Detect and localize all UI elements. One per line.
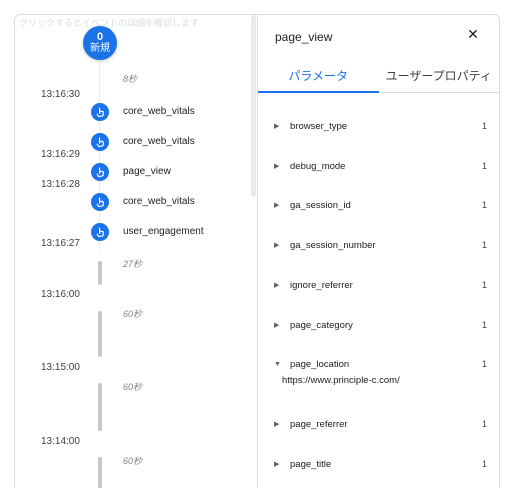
touch-icon	[96, 167, 104, 177]
timestamp: 13:16:30	[41, 89, 80, 100]
param-row-debug-mode[interactable]: ▶ debug_mode 1	[274, 158, 487, 174]
close-button[interactable]: ✕	[463, 24, 483, 44]
param-row-page-location[interactable]: ▼ page_location 1	[274, 356, 487, 372]
param-count: 1	[481, 320, 487, 330]
param-count: 1	[481, 200, 487, 210]
gap-duration: 60秒	[123, 309, 143, 319]
param-name: ignore_referrer	[290, 279, 353, 291]
caret-right-icon: ▶	[274, 322, 280, 329]
param-name: page_referrer	[290, 418, 348, 430]
timeline-line	[99, 60, 100, 250]
touch-icon	[96, 197, 104, 207]
caret-right-icon: ▶	[274, 461, 280, 468]
time-gap-segment	[98, 383, 102, 431]
param-row-page-referrer[interactable]: ▶ page_referrer 1	[274, 416, 487, 432]
caret-right-icon: ▶	[274, 163, 280, 170]
gap-duration: 8秒	[123, 74, 138, 84]
debugview-frame: クリックするとイベントの詳細を確認します 0 新規 8秒 13:16:30 co…	[14, 14, 500, 488]
touch-icon	[96, 107, 104, 117]
event-label[interactable]: core_web_vitals	[123, 136, 195, 147]
param-name: ga_session_number	[290, 239, 376, 251]
gap-duration: 60秒	[123, 382, 143, 392]
time-gap-segment	[98, 311, 102, 357]
param-row-page-category[interactable]: ▶ page_category 1	[274, 317, 487, 333]
param-count: 1	[481, 240, 487, 250]
caret-down-icon: ▼	[274, 360, 281, 368]
parameter-list: ▶ browser_type 1 ▶ debug_mode 1 ▶ ga_ses…	[258, 94, 499, 488]
event-icon[interactable]	[91, 163, 109, 181]
param-row-page-title[interactable]: ▶ page_title 1	[274, 456, 487, 472]
event-detail-panel: page_view ✕ パラメータ ユーザープロパティ ▶ browser_ty…	[257, 15, 499, 488]
event-icon[interactable]	[91, 223, 109, 241]
timestamp: 13:16:29	[41, 149, 80, 160]
touch-icon	[96, 137, 104, 147]
tab-user-properties[interactable]: ユーザープロパティ	[379, 61, 500, 92]
param-name: ga_session_id	[290, 199, 351, 211]
param-value: https://www.principle-c.com/	[282, 375, 400, 386]
param-name: browser_type	[290, 120, 348, 132]
event-label[interactable]: core_web_vitals	[123, 106, 195, 117]
param-row-browser-type[interactable]: ▶ browser_type 1	[274, 118, 487, 134]
panel-title: page_view	[275, 30, 333, 44]
new-events-badge[interactable]: 0 新規	[83, 26, 117, 60]
caret-right-icon: ▶	[274, 123, 280, 130]
event-icon[interactable]	[91, 193, 109, 211]
timeline-scrollbar[interactable]	[251, 15, 256, 197]
param-name: page_location	[290, 358, 350, 370]
timestamp: 13:16:00	[41, 289, 80, 300]
param-row-ga-session-id[interactable]: ▶ ga_session_id 1	[274, 197, 487, 213]
event-label[interactable]: page_view	[123, 166, 171, 177]
timestamp: 13:14:00	[41, 436, 80, 447]
new-events-label: 新規	[90, 43, 110, 54]
panel-tabs: パラメータ ユーザープロパティ	[258, 61, 499, 93]
param-row-ga-session-number[interactable]: ▶ ga_session_number 1	[274, 237, 487, 253]
param-name: page_title	[290, 458, 332, 470]
timestamp: 13:15:00	[41, 362, 80, 373]
param-row-ignore-referrer[interactable]: ▶ ignore_referrer 1	[274, 277, 487, 293]
param-name: page_category	[290, 319, 353, 331]
time-gap-segment	[98, 261, 102, 285]
param-count: 1	[481, 359, 487, 369]
caret-right-icon: ▶	[274, 282, 280, 289]
time-gap-segment	[98, 457, 102, 488]
caret-right-icon: ▶	[274, 202, 280, 209]
timestamp: 13:16:27	[41, 238, 80, 249]
param-count: 1	[481, 121, 487, 131]
param-count: 1	[481, 459, 487, 469]
param-name: debug_mode	[290, 160, 346, 172]
gap-duration: 60秒	[123, 456, 143, 466]
caret-right-icon: ▶	[274, 421, 280, 428]
event-icon[interactable]	[91, 133, 109, 151]
timeline-hint: クリックするとイベントの詳細を確認します	[19, 18, 200, 28]
event-label[interactable]: core_web_vitals	[123, 196, 195, 207]
param-count: 1	[481, 161, 487, 171]
param-count: 1	[481, 419, 487, 429]
timestamp: 13:16:28	[41, 179, 80, 190]
event-icon[interactable]	[91, 103, 109, 121]
new-events-count: 0	[96, 31, 104, 43]
gap-duration: 27秒	[123, 259, 143, 269]
param-count: 1	[481, 280, 487, 290]
touch-icon	[96, 227, 104, 237]
close-icon: ✕	[467, 26, 479, 42]
tab-parameters[interactable]: パラメータ	[258, 61, 379, 93]
event-label[interactable]: user_engagement	[123, 226, 204, 237]
caret-right-icon: ▶	[274, 242, 280, 249]
